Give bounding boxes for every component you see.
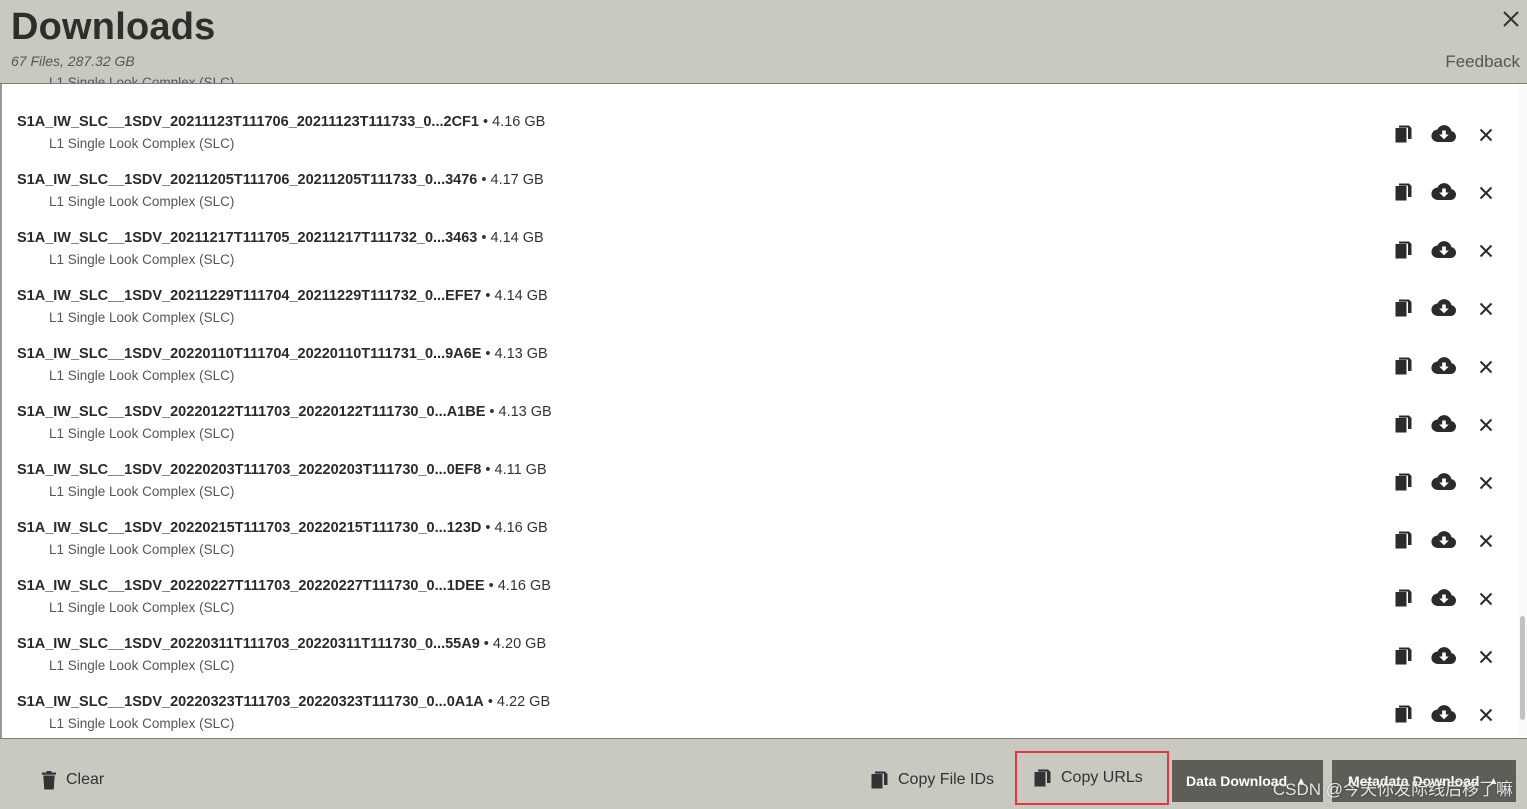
cloud-download-icon[interactable] [1431, 240, 1457, 264]
file-name-line: S1A_IW_SLC__1SDV_20211229T111704_2021122… [17, 288, 548, 304]
trash-icon [41, 770, 57, 790]
file-size: • 4.13 GB [481, 346, 548, 362]
list-item: S1A_IW_SLC__1SDV_20220215T111703_2022021… [2, 494, 1517, 557]
files-summary: 67 Files, 287.32 GB [11, 53, 135, 69]
file-size: • 4.16 GB [484, 578, 551, 594]
cloud-download-icon[interactable] [1431, 124, 1457, 148]
file-name: S1A_IW_SLC__1SDV_20211229T111704_2021122… [17, 288, 482, 304]
file-type: L1 Single Look Complex (SLC) [49, 716, 235, 731]
list-item: S1A_IW_SLC__1SDV_20220227T111703_2022022… [2, 552, 1517, 615]
file-name: S1A_IW_SLC__1SDV_20220203T111703_2022020… [17, 462, 482, 478]
cloud-download-icon[interactable] [1431, 182, 1457, 206]
list-item: S1A_IW_SLC__1SDV_20211205T111706_2021120… [2, 146, 1517, 209]
copy-icon [871, 771, 888, 789]
cloud-download-icon[interactable] [1431, 414, 1457, 438]
list-item: S1A_IW_SLC__1SDV_20220110T111704_2022011… [2, 320, 1517, 383]
downloads-footer: Clear Copy File IDs Copy URLs Data Downl… [0, 738, 1527, 809]
file-name-line: S1A_IW_SLC__1SDV_20220227T111703_2022022… [17, 578, 551, 594]
list-item: S1A_IW_SLC__1SDV_20220122T111703_2022012… [2, 378, 1517, 441]
copy-urls-button[interactable]: Copy URLs [1015, 751, 1169, 805]
cloud-download-icon[interactable] [1431, 530, 1457, 554]
list-item: S1A_IW_SLC__1SDV_20211217T111705_2021121… [2, 204, 1517, 267]
file-size: • 4.22 GB [483, 694, 551, 710]
copy-urls-label: Copy URLs [1061, 769, 1143, 786]
file-name: S1A_IW_SLC__1SDV_20220215T111703_2022021… [17, 520, 482, 536]
file-name: S1A_IW_SLC__1SDV_20220110T111704_2022011… [17, 346, 482, 362]
file-name-line: S1A_IW_SLC__1SDV_20220215T111703_2022021… [17, 520, 548, 536]
file-name: S1A_IW_SLC__1SDV_20220311T111703_2022031… [17, 636, 480, 652]
file-name-line: S1A_IW_SLC__1SDV_20211123T111706_2021112… [17, 114, 545, 130]
file-size: • 4.16 GB [481, 520, 548, 536]
copy-file-ids-label: Copy File IDs [898, 771, 995, 788]
file-size: • 4.14 GB [481, 288, 548, 304]
file-name-line: S1A_IW_SLC__1SDV_20220311T111703_2022031… [17, 636, 546, 652]
list-item: S1A_IW_SLC__1SDV_20220323T111703_2022032… [2, 668, 1517, 731]
remove-icon[interactable] [1474, 705, 1501, 730]
file-size: • 4.20 GB [479, 636, 547, 652]
file-name: S1A_IW_SLC__1SDV_20211205T111706_2021120… [17, 172, 478, 188]
cloud-download-icon[interactable] [1431, 356, 1457, 380]
file-name: S1A_IW_SLC__1SDV_20220122T111703_2022012… [17, 404, 486, 420]
page-title: Downloads [11, 6, 216, 48]
file-name: S1A_IW_SLC__1SDV_20220227T111703_2022022… [17, 578, 485, 594]
cloud-download-icon[interactable] [1431, 298, 1457, 322]
file-name-line: S1A_IW_SLC__1SDV_20220110T111704_2022011… [17, 346, 548, 362]
cloud-download-icon[interactable] [1431, 704, 1457, 728]
list-item: S1A_IW_SLC__1SDV_20211229T111704_2021122… [2, 262, 1517, 325]
feedback-link[interactable]: Feedback [1445, 52, 1520, 72]
file-name-line: S1A_IW_SLC__1SDV_20220323T111703_2022032… [17, 694, 550, 710]
file-size: • 4.16 GB [478, 114, 546, 130]
file-name-line: S1A_IW_SLC__1SDV_20211217T111705_2021121… [17, 230, 544, 246]
cloud-download-icon[interactable] [1431, 646, 1457, 670]
copy-icon [1034, 769, 1051, 787]
list-item: S1A_IW_SLC__1SDV_20211123T111706_2021112… [2, 88, 1517, 151]
cloud-download-icon[interactable] [1431, 472, 1457, 496]
clear-label: Clear [66, 771, 105, 788]
cloud-download-icon[interactable] [1431, 588, 1457, 612]
clipped-item-type: L1 Single Look Complex (SLC) [49, 75, 235, 83]
list-scrollbar-thumb[interactable] [1520, 616, 1525, 720]
close-icon[interactable] [1501, 9, 1521, 29]
copy-icon[interactable] [1391, 705, 1419, 729]
file-size: • 4.13 GB [485, 404, 552, 420]
file-name: S1A_IW_SLC__1SDV_20220323T111703_2022032… [17, 694, 484, 710]
file-name-line: S1A_IW_SLC__1SDV_20211205T111706_2021120… [17, 172, 544, 188]
downloads-header: Downloads 67 Files, 287.32 GB Feedback L… [0, 0, 1527, 84]
file-name-line: S1A_IW_SLC__1SDV_20220122T111703_2022012… [17, 404, 552, 420]
file-name: S1A_IW_SLC__1SDV_20211217T111705_2021121… [17, 230, 478, 246]
file-size: • 4.14 GB [477, 230, 544, 246]
download-list[interactable]: S1A_IW_SLC__1SDV_20211123T111706_2021112… [0, 84, 1527, 738]
watermark: CSDN @今天你发际线后移了嘛 [1272, 780, 1513, 799]
clear-button[interactable]: Clear [41, 769, 104, 791]
file-name-line: S1A_IW_SLC__1SDV_20220203T111703_2022020… [17, 462, 547, 478]
file-name: S1A_IW_SLC__1SDV_20211123T111706_2021112… [17, 114, 479, 130]
file-size: • 4.11 GB [481, 462, 547, 478]
list-item: S1A_IW_SLC__1SDV_20220203T111703_2022020… [2, 436, 1517, 499]
list-item: S1A_IW_SLC__1SDV_20220311T111703_2022031… [2, 610, 1517, 673]
copy-file-ids-button[interactable]: Copy File IDs [871, 769, 994, 791]
file-size: • 4.17 GB [477, 172, 544, 188]
